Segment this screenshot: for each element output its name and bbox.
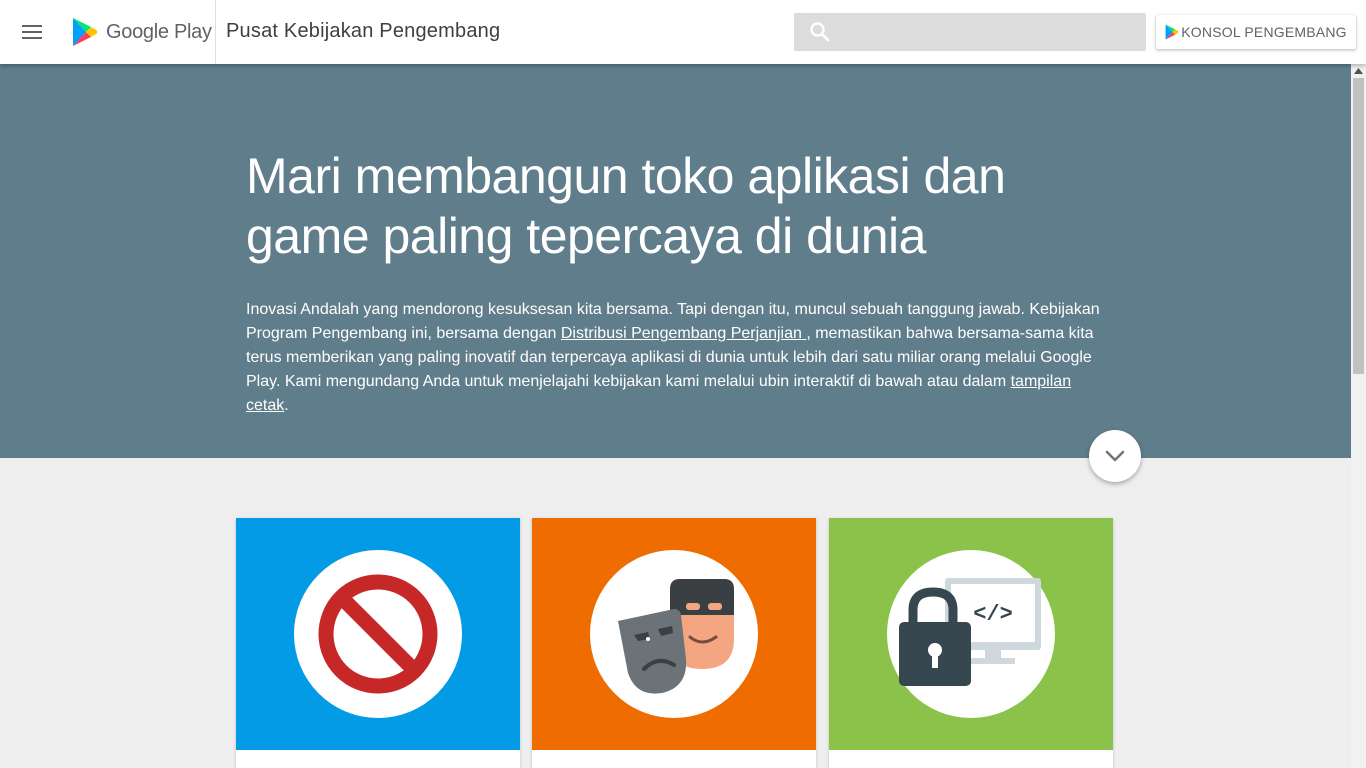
- google-play-icon: [73, 18, 97, 46]
- developer-distribution-agreement-link[interactable]: Distribusi Pengembang Perjanjian: [561, 325, 806, 342]
- search-bar[interactable]: [794, 13, 1146, 51]
- policy-card-impersonation[interactable]: [532, 518, 816, 768]
- google-play-logo[interactable]: Google Play: [72, 14, 212, 50]
- security-lock-code-icon: </>: [899, 578, 1041, 686]
- scrollbar-thumb[interactable]: [1353, 78, 1364, 374]
- policy-card-restricted-content[interactable]: [236, 518, 520, 768]
- svg-text:</>: </>: [973, 602, 1013, 627]
- intro-text-end: .: [284, 397, 289, 414]
- header-divider: [215, 0, 216, 64]
- chevron-down-icon: [1105, 450, 1125, 462]
- hero-heading: Mari membangun toko aplikasi dan game pa…: [246, 148, 1006, 264]
- card-image: [532, 518, 816, 750]
- scroll-down-button[interactable]: [1089, 430, 1141, 482]
- developer-console-button[interactable]: KONSOL PENGEMBANG: [1156, 15, 1356, 49]
- google-play-icon: [1165, 24, 1179, 40]
- card-icon-circle: [590, 550, 758, 718]
- search-input[interactable]: [842, 13, 1146, 51]
- search-icon: [810, 22, 830, 42]
- hero-intro: Inovasi Andalah yang mendorong kesuksesa…: [246, 298, 1112, 418]
- hero-banner: Mari membangun toko aplikasi dan game pa…: [0, 64, 1351, 458]
- card-icon-circle: [294, 550, 462, 718]
- policy-card-privacy-security[interactable]: </>: [829, 518, 1113, 768]
- card-image: </>: [829, 518, 1113, 750]
- logo-text: Google Play: [106, 20, 212, 43]
- top-app-bar: Google Play Pusat Kebijakan Pengembang K…: [0, 0, 1366, 64]
- prohibited-icon: [318, 574, 438, 694]
- scroll-up-arrow-icon[interactable]: [1351, 68, 1366, 78]
- vertical-scrollbar[interactable]: [1351, 64, 1366, 768]
- menu-button[interactable]: [12, 12, 52, 52]
- card-image: [236, 518, 520, 750]
- developer-console-label: KONSOL PENGEMBANG: [1181, 24, 1347, 40]
- page-title: Pusat Kebijakan Pengembang: [226, 20, 501, 42]
- impersonation-masks-icon: [618, 579, 734, 694]
- hamburger-menu-icon: [22, 25, 42, 39]
- card-icon-circle: </>: [887, 550, 1055, 718]
